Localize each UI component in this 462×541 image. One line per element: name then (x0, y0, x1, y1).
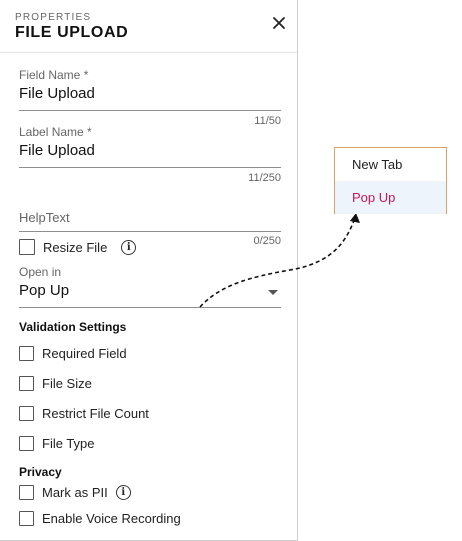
open-in-dropdown-menu: New Tab Pop Up (334, 147, 447, 214)
arrowhead-icon (350, 213, 360, 223)
menu-item-new-tab[interactable]: New Tab (335, 148, 446, 181)
menu-item-pop-up[interactable]: Pop Up (335, 181, 446, 214)
connector-arrow (199, 213, 360, 308)
